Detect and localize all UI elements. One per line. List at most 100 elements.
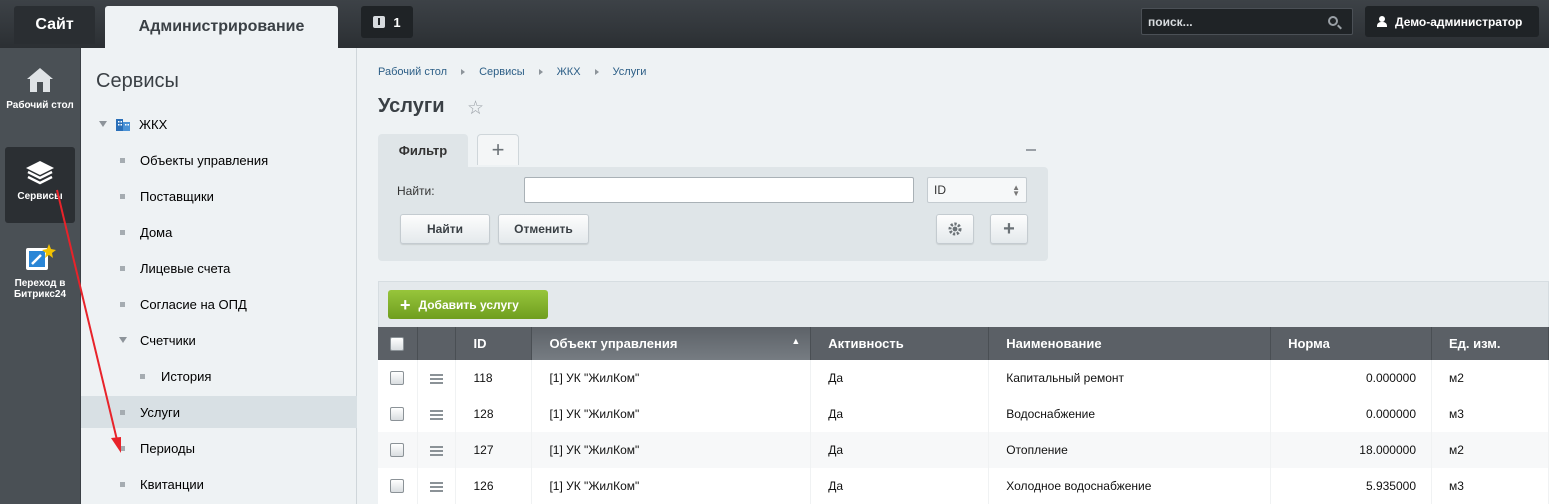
rail-item-label: Сервисы bbox=[17, 191, 63, 202]
add-service-button[interactable]: + Добавить услугу bbox=[388, 290, 548, 319]
favorite-star-icon[interactable]: ☆ bbox=[467, 97, 484, 120]
menu-item-houses[interactable]: Дома bbox=[81, 216, 357, 248]
breadcrumb-current[interactable]: Услуги bbox=[613, 66, 647, 78]
column-header-norm[interactable]: Норма bbox=[1270, 327, 1432, 360]
table-header-row: ID Объект управления ▲ Активность Наимено… bbox=[378, 327, 1549, 360]
breadcrumb-separator-icon bbox=[594, 69, 599, 75]
add-filter-field-button[interactable]: + bbox=[990, 214, 1028, 244]
menu-item-label: Услуги bbox=[140, 404, 180, 420]
row-menu-icon[interactable] bbox=[430, 445, 444, 456]
cell-object: [1] УК "ЖилКом" bbox=[531, 432, 812, 468]
menu-item-receipts[interactable]: Квитанции bbox=[81, 468, 357, 500]
gear-icon bbox=[948, 222, 962, 236]
breadcrumb-desktop[interactable]: Рабочий стол bbox=[378, 66, 447, 78]
cell-name: Холодное водоснабжение bbox=[988, 468, 1272, 504]
tab-administration[interactable]: Администрирование bbox=[105, 6, 338, 48]
row-menu-icon[interactable] bbox=[430, 481, 444, 492]
plus-icon: + bbox=[400, 294, 411, 315]
column-header-id[interactable]: ID bbox=[455, 327, 533, 360]
bullet-icon bbox=[120, 409, 125, 415]
tab-site[interactable]: Сайт bbox=[14, 6, 95, 44]
breadcrumb-services[interactable]: Сервисы bbox=[479, 66, 525, 78]
find-input[interactable] bbox=[524, 177, 914, 203]
cell-unit: м2 bbox=[1431, 432, 1549, 468]
breadcrumb-separator-icon bbox=[461, 69, 466, 75]
menu-item-periods[interactable]: Периоды bbox=[81, 432, 357, 464]
search-icon[interactable] bbox=[1328, 16, 1338, 26]
cell-name: Водоснабжение bbox=[988, 396, 1272, 432]
find-label: Найти: bbox=[397, 184, 435, 198]
menu-item-label: Поставщики bbox=[140, 188, 214, 204]
rail-item-bitrix24[interactable]: Переход в Битрикс24 bbox=[5, 242, 75, 300]
menu-item-zhkh[interactable]: ЖКХ bbox=[81, 108, 357, 140]
menu-item-meters[interactable]: Счетчики bbox=[81, 324, 357, 356]
column-header-unit[interactable]: Ед. изм. bbox=[1431, 327, 1549, 360]
row-menu-icon[interactable] bbox=[430, 409, 444, 420]
cell-norm: 0.000000 bbox=[1270, 396, 1432, 432]
user-menu-button[interactable]: Демо-администратор bbox=[1365, 6, 1539, 37]
notifications-button[interactable]: 1 bbox=[361, 6, 413, 38]
column-header-name[interactable]: Наименование bbox=[988, 327, 1272, 360]
rail-item-desktop[interactable]: Рабочий стол bbox=[5, 66, 75, 111]
table-row[interactable]: 126 [1] УК "ЖилКом" Да Холодное водоснаб… bbox=[378, 468, 1549, 504]
filter-tab[interactable]: Фильтр bbox=[378, 134, 468, 167]
user-name: Демо-администратор bbox=[1395, 14, 1523, 29]
sort-asc-icon: ▲ bbox=[791, 336, 801, 346]
filter-settings-button[interactable] bbox=[936, 214, 974, 244]
bullet-icon bbox=[120, 193, 125, 199]
find-field-select-value: ID bbox=[934, 183, 946, 197]
menu-item-history[interactable]: История bbox=[81, 360, 357, 392]
cell-name: Отопление bbox=[988, 432, 1272, 468]
bitrix24-transition-icon bbox=[26, 244, 56, 270]
actions-header bbox=[417, 327, 457, 360]
menu-item-suppliers[interactable]: Поставщики bbox=[81, 180, 357, 212]
cell-id: 127 bbox=[455, 432, 533, 468]
search-input[interactable] bbox=[1142, 9, 1322, 34]
bullet-icon bbox=[120, 229, 125, 235]
layers-icon bbox=[26, 161, 54, 185]
column-header-object[interactable]: Объект управления ▲ bbox=[531, 327, 812, 360]
row-checkbox[interactable] bbox=[390, 479, 404, 494]
column-header-activity[interactable]: Активность bbox=[810, 327, 990, 360]
select-all-checkbox[interactable] bbox=[390, 337, 404, 352]
menu-item-label: История bbox=[161, 368, 212, 384]
menu-item-services[interactable]: Услуги bbox=[81, 396, 357, 428]
cell-unit: м3 bbox=[1431, 468, 1549, 504]
collapse-filter-icon[interactable] bbox=[1026, 149, 1036, 151]
home-icon bbox=[27, 68, 53, 92]
breadcrumb-zhkh[interactable]: ЖКХ bbox=[557, 66, 581, 78]
cell-name: Капитальный ремонт bbox=[988, 360, 1272, 396]
row-checkbox[interactable] bbox=[390, 443, 404, 458]
add-filter-tab-button[interactable]: + bbox=[477, 134, 519, 165]
table-row[interactable]: 128 [1] УК "ЖилКом" Да Водоснабжение 0.0… bbox=[378, 396, 1549, 432]
table-row[interactable]: 127 [1] УК "ЖилКом" Да Отопление 18.0000… bbox=[378, 432, 1549, 468]
menu-item-label: Дома bbox=[140, 224, 173, 240]
menu-item-label: Счетчики bbox=[140, 332, 196, 348]
select-all-cell bbox=[378, 327, 419, 360]
breadcrumb-separator-icon bbox=[538, 69, 543, 75]
add-service-label: Добавить услугу bbox=[418, 297, 519, 312]
bullet-icon bbox=[140, 373, 145, 379]
cell-unit: м3 bbox=[1431, 396, 1549, 432]
menu-item-label: Лицевые счета bbox=[140, 260, 231, 276]
row-checkbox[interactable] bbox=[390, 371, 404, 386]
find-field-select[interactable]: ID ▲ ▼ bbox=[927, 177, 1027, 203]
side-menu-title: Сервисы bbox=[96, 70, 179, 92]
expand-arrow-icon[interactable] bbox=[99, 121, 107, 127]
row-menu-icon[interactable] bbox=[430, 373, 444, 384]
table-row[interactable]: 118 [1] УК "ЖилКом" Да Капитальный ремон… bbox=[378, 360, 1549, 396]
page-title: Услуги bbox=[378, 95, 445, 117]
expand-arrow-icon[interactable] bbox=[119, 337, 127, 343]
menu-item-accounts[interactable]: Лицевые счета bbox=[81, 252, 357, 284]
menu-item-management-objects[interactable]: Объекты управления bbox=[81, 144, 357, 176]
rail-item-label: Рабочий стол bbox=[6, 100, 74, 111]
rail-item-services[interactable]: Сервисы bbox=[5, 147, 75, 223]
find-button[interactable]: Найти bbox=[400, 214, 490, 244]
filter-panel: Найти: ID ▲ ▼ Найти Отменить + bbox=[378, 167, 1048, 261]
cell-norm: 18.000000 bbox=[1270, 432, 1432, 468]
row-checkbox[interactable] bbox=[390, 407, 404, 422]
cancel-button[interactable]: Отменить bbox=[498, 214, 589, 244]
cell-unit: м2 bbox=[1431, 360, 1549, 396]
menu-item-consent[interactable]: Согласие на ОПД bbox=[81, 288, 357, 320]
main-content: Рабочий стол Сервисы ЖКХ Услуги Услуги ☆… bbox=[357, 48, 1549, 504]
